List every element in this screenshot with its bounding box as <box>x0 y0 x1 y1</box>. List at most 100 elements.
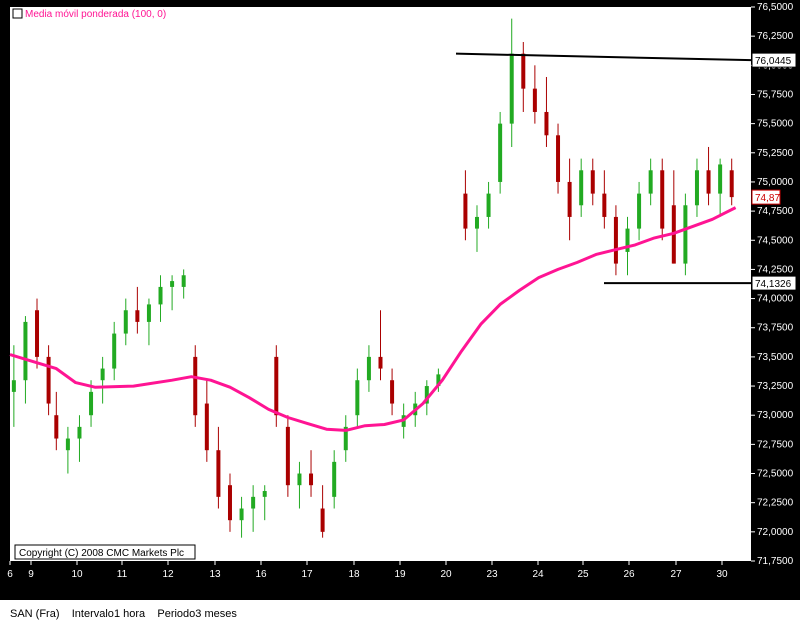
annotation-label: 74,87 <box>755 193 780 204</box>
x-tick-label: 20 <box>440 569 452 580</box>
candle-body <box>355 380 360 416</box>
candle-body <box>285 426 290 486</box>
candle-body <box>544 111 549 136</box>
y-tick-label: 72,0000 <box>757 527 794 538</box>
y-tick-label: 76,2500 <box>757 31 794 42</box>
candle-body <box>216 450 221 497</box>
y-tick-label: 76,5000 <box>757 2 794 13</box>
candle-body <box>637 193 642 229</box>
candle-body <box>46 356 51 404</box>
annotation-label: 76,0445 <box>755 56 792 67</box>
y-tick-label: 73,7500 <box>757 323 794 334</box>
candle-body <box>251 496 256 509</box>
candle-body <box>602 193 607 217</box>
candle-body <box>146 304 151 322</box>
candle-body <box>590 170 595 194</box>
candle-body <box>683 205 688 264</box>
candle-body <box>378 356 383 369</box>
candle-body <box>100 368 105 381</box>
x-tick-label: 9 <box>28 569 34 580</box>
candle-body <box>521 53 526 89</box>
price-chart: 76,500076,250076,000075,750075,500075,25… <box>0 0 800 600</box>
annotation-label: 74,1326 <box>755 279 792 290</box>
candle-body <box>65 438 70 451</box>
candle-body <box>579 170 584 206</box>
period-label: Periodo <box>157 608 196 620</box>
candle-body <box>556 135 561 182</box>
candle-body <box>170 281 175 287</box>
x-tick-label: 19 <box>394 569 406 580</box>
x-tick-label: 23 <box>486 569 498 580</box>
candle-body <box>262 491 267 497</box>
candle-body <box>193 356 198 416</box>
y-tick-label: 73,2500 <box>757 381 794 392</box>
candle-body <box>474 216 479 229</box>
x-tick-label: 17 <box>301 569 313 580</box>
y-tick-label: 74,2500 <box>757 264 794 275</box>
y-tick-label: 73,0000 <box>757 410 794 421</box>
candle-body <box>204 403 209 451</box>
indicator-checkbox <box>12 8 23 19</box>
y-tick-label: 72,7500 <box>757 439 794 450</box>
candle-body <box>35 310 40 357</box>
candle-body <box>366 356 371 381</box>
candle-body <box>274 356 279 416</box>
y-tick-label: 75,7500 <box>757 89 794 100</box>
copyright-text: Copyright (C) 2008 CMC Markets Plc <box>19 548 184 559</box>
candle-body <box>706 170 711 194</box>
x-tick-label: 10 <box>71 569 83 580</box>
x-tick-label: 30 <box>716 569 728 580</box>
x-tick-label: 13 <box>209 569 221 580</box>
period-value: 3 meses <box>195 608 237 620</box>
candle-body <box>498 123 503 182</box>
interval-label: Intervalo <box>71 608 114 620</box>
candle-body <box>227 485 232 521</box>
candle-body <box>332 461 337 497</box>
x-tick-label: 26 <box>623 569 635 580</box>
candle-body <box>112 333 117 369</box>
candle-body <box>11 380 16 392</box>
candle-body <box>567 181 572 217</box>
x-tick-label: 18 <box>348 569 360 580</box>
y-tick-label: 72,2500 <box>757 498 794 509</box>
candle-body <box>309 473 314 486</box>
y-tick-label: 74,5000 <box>757 235 794 246</box>
y-tick-label: 74,7500 <box>757 206 794 217</box>
candle-body <box>89 391 94 416</box>
candle-body <box>77 426 82 439</box>
candle-body <box>729 170 734 198</box>
candle-body <box>23 321 28 381</box>
y-tick-label: 74,0000 <box>757 294 794 305</box>
y-tick-label: 75,5000 <box>757 119 794 130</box>
candle-body <box>123 310 128 334</box>
candle-body <box>239 508 244 521</box>
y-tick-label: 75,0000 <box>757 177 794 188</box>
chart-footer: SAN (Fra) Intervalo1 hora Periodo3 meses <box>10 608 237 620</box>
x-tick-label: 11 <box>117 569 128 580</box>
interval-value: 1 hora <box>113 608 146 620</box>
candle-body <box>390 380 395 404</box>
candle-body <box>613 216 618 264</box>
x-tick-label: 27 <box>670 569 682 580</box>
x-tick-label: 16 <box>255 569 267 580</box>
candle-body <box>181 275 186 287</box>
x-tick-label: 25 <box>577 569 589 580</box>
x-tick-label: 12 <box>162 569 174 580</box>
y-tick-label: 71,7500 <box>757 556 794 567</box>
y-tick-label: 75,2500 <box>757 148 794 159</box>
candle-body <box>54 415 59 439</box>
candle-body <box>509 53 514 124</box>
candle-body <box>694 170 699 206</box>
candle-body <box>463 193 468 229</box>
candle-body <box>320 508 325 532</box>
candle-body <box>648 170 653 194</box>
y-tick-label: 73,5000 <box>757 352 794 363</box>
candle-body <box>158 286 163 305</box>
candle-body <box>297 473 302 486</box>
y-tick-label: 72,5000 <box>757 469 794 480</box>
candle-body <box>486 193 491 217</box>
indicator-label: Media móvil ponderada (100, 0) <box>25 9 166 20</box>
x-tick-label: 6 <box>7 569 13 580</box>
candle-body <box>532 88 537 112</box>
x-tick-label: 24 <box>532 569 544 580</box>
